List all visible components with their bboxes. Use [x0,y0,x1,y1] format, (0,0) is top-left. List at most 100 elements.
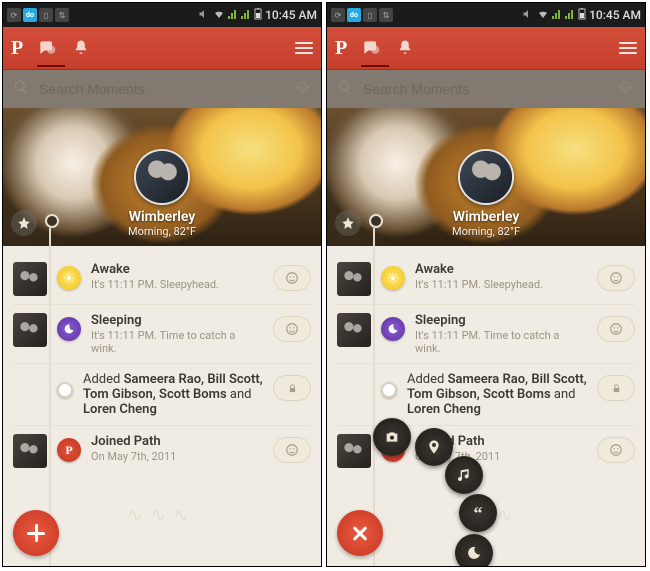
privacy-lock-button[interactable] [273,375,311,401]
status-book-icon: ▯ [363,8,377,22]
status-book-icon: ▯ [39,8,53,22]
locate-icon[interactable] [617,78,635,100]
screen-left: ⟳ do ▯ ⇅ [2,2,322,567]
entry-title: Awake [91,262,130,277]
signal-icon [228,9,238,22]
hero-cover: Wimberley Morning, 82°F [3,108,321,246]
react-smile-button[interactable] [597,265,635,291]
entry-subtitle: It's 11:11 PM. Sleepyhead. [415,278,587,291]
sun-icon [57,266,81,290]
profile-avatar[interactable] [458,149,514,205]
status-clock: 10:45 AM [265,8,317,22]
locate-icon[interactable] [293,78,311,100]
status-sync-icon: ⇅ [55,8,69,22]
active-tab-indicator [361,65,389,67]
moon-icon [381,317,405,341]
search-bar[interactable] [327,70,645,108]
status-updates-icon: ⟳ [7,8,21,22]
bell-icon[interactable] [71,38,91,58]
entry-title: Awake [415,262,454,277]
wifi-icon [537,8,549,23]
search-input[interactable] [361,80,609,98]
react-smile-button[interactable] [597,316,635,342]
entry-thumbnail [13,262,47,296]
menu-icon[interactable] [619,42,637,54]
entry-subtitle: It's 11:11 PM. Time to catch a wink. [415,329,587,355]
screen-right: ⟳ do ▯ ⇅ 10:45 AM P [326,2,646,567]
entry-thumbnail [337,313,371,347]
compose-fab[interactable] [13,510,59,556]
entry-thumbnail [13,434,47,468]
entry-title: Added Sameera Rao, Bill Scott, Tom Gibso… [83,372,263,417]
timeline-entry-sleeping[interactable]: Sleeping It's 11:11 PM. Time to catch a … [13,305,311,364]
entry-thumbnail [13,313,47,347]
path-icon: P [57,438,81,462]
entry-subtitle: It's 11:11 PM. Time to catch a wink. [91,329,263,355]
profile-name: Wimberley [129,209,196,225]
status-bar: ⟳ do ▯ ⇅ [3,3,321,27]
moon-icon [57,317,81,341]
react-smile-button[interactable] [597,437,635,463]
entry-subtitle: On May 7th, 2011 [91,450,263,463]
timeline-entry-sleeping[interactable]: Sleeping It's 11:11 PM. Time to catch a … [337,305,635,364]
react-smile-button[interactable] [273,316,311,342]
timeline-list: Awake It's 11:11 PM. Sleepyhead. Sleepin… [3,246,321,476]
app-bar: P [327,27,645,70]
privacy-lock-button[interactable] [597,375,635,401]
mute-icon [522,8,534,23]
path-logo[interactable]: P [335,37,347,60]
entry-title: Added Sameera Rao, Bill Scott, Tom Gibso… [407,372,587,417]
path-logo[interactable]: P [11,37,23,60]
entry-thumbnail [337,434,371,468]
status-do-icon: do [347,8,361,22]
profile-subtitle: Morning, 82°F [452,225,520,238]
status-do-icon: do [23,8,37,22]
small-dot-icon [57,382,73,398]
search-icon [337,79,353,99]
active-tab-indicator [37,65,65,67]
wifi-icon [213,8,225,23]
arc-sleep-button[interactable] [455,534,493,567]
timeline-entry-added-friends[interactable]: Added Sameera Rao, Bill Scott, Tom Gibso… [13,364,311,426]
small-dot-icon [381,382,397,398]
search-input[interactable] [37,80,285,98]
menu-icon[interactable] [295,42,313,54]
status-updates-icon: ⟳ [331,8,345,22]
timeline-entry-added-friends[interactable]: Added Sameera Rao, Bill Scott, Tom Gibso… [337,364,635,426]
compose-fab-close[interactable] [337,510,383,556]
arc-place-button[interactable] [415,428,453,466]
search-bar[interactable] [3,70,321,108]
entry-title: Sleeping [91,313,142,328]
signal-icon [565,9,575,22]
entry-title: Joined Path [91,434,161,449]
timeline-entry-awake[interactable]: Awake It's 11:11 PM. Sleepyhead. [337,254,635,305]
profile-avatar[interactable] [134,149,190,205]
battery-icon [254,8,262,23]
status-sync-icon: ⇅ [379,8,393,22]
chat-icon[interactable] [361,38,381,58]
signal-icon [241,9,251,22]
status-bar: ⟳ do ▯ ⇅ 10:45 AM [327,3,645,27]
profile-subtitle: Morning, 82°F [128,225,196,238]
arc-camera-button[interactable] [373,418,411,456]
profile-name: Wimberley [453,209,520,225]
signal-icon [552,9,562,22]
react-smile-button[interactable] [273,437,311,463]
chat-icon[interactable] [37,38,57,58]
arc-music-button[interactable] [445,456,483,494]
hero-cover: Wimberley Morning, 82°F [327,108,645,246]
bell-icon[interactable] [395,38,415,58]
mute-icon [198,8,210,23]
entry-title: Sleeping [415,313,466,328]
app-bar: P [3,27,321,70]
timeline-entry-awake[interactable]: Awake It's 11:11 PM. Sleepyhead. [13,254,311,305]
arc-quote-button[interactable]: “ [459,494,497,532]
timeline-entry-joined[interactable]: P Joined Path On May 7th, 2011 [13,426,311,476]
battery-icon [578,8,586,23]
entry-subtitle: It's 11:11 PM. Sleepyhead. [91,278,263,291]
sun-icon [381,266,405,290]
status-clock: 10:45 AM [589,8,641,22]
search-icon [13,79,29,99]
entry-thumbnail [337,262,371,296]
react-smile-button[interactable] [273,265,311,291]
